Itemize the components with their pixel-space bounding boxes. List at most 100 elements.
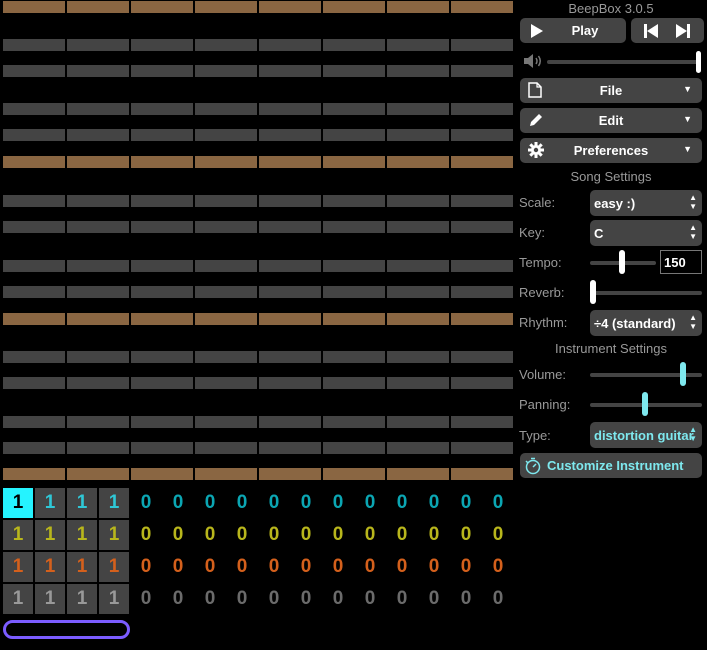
key-select[interactable]: C ▲ ▼: [590, 220, 702, 246]
roll-cell[interactable]: [387, 313, 449, 325]
pattern-cell[interactable]: 0: [483, 488, 513, 518]
roll-cell[interactable]: [323, 103, 385, 115]
roll-cell[interactable]: [259, 39, 321, 51]
preferences-menu[interactable]: Preferences ▼: [520, 138, 702, 163]
pattern-cell[interactable]: 1: [35, 584, 65, 614]
roll-cell[interactable]: [259, 416, 321, 428]
roll-cell[interactable]: [451, 260, 513, 272]
roll-cell[interactable]: [323, 1, 385, 13]
roll-cell[interactable]: [131, 65, 193, 77]
pattern-cell[interactable]: 1: [3, 552, 33, 582]
pattern-cell[interactable]: 0: [387, 520, 417, 550]
roll-cell[interactable]: [451, 313, 513, 325]
pattern-cell[interactable]: 0: [163, 520, 193, 550]
pattern-cell[interactable]: 0: [227, 584, 257, 614]
roll-cell[interactable]: [387, 286, 449, 298]
roll-cell[interactable]: [131, 195, 193, 207]
roll-cell[interactable]: [131, 221, 193, 233]
roll-cell[interactable]: [451, 351, 513, 363]
pattern-cell[interactable]: 0: [291, 520, 321, 550]
roll-cell[interactable]: [387, 103, 449, 115]
roll-cell[interactable]: [259, 129, 321, 141]
roll-cell[interactable]: [387, 221, 449, 233]
roll-cell[interactable]: [323, 313, 385, 325]
roll-cell[interactable]: [131, 103, 193, 115]
roll-cell[interactable]: [195, 260, 257, 272]
roll-cell[interactable]: [323, 377, 385, 389]
pattern-cell[interactable]: 1: [35, 520, 65, 550]
roll-cell[interactable]: [387, 156, 449, 168]
pattern-cell[interactable]: 1: [67, 520, 97, 550]
roll-cell[interactable]: [3, 442, 65, 454]
roll-cell[interactable]: [67, 377, 129, 389]
pattern-cell[interactable]: 1: [99, 584, 129, 614]
roll-cell[interactable]: [67, 221, 129, 233]
pattern-cell[interactable]: 0: [451, 520, 481, 550]
pattern-cell[interactable]: 0: [227, 520, 257, 550]
reverb-slider[interactable]: [590, 291, 702, 295]
roll-cell[interactable]: [323, 468, 385, 480]
roll-cell[interactable]: [195, 313, 257, 325]
roll-cell[interactable]: [131, 442, 193, 454]
roll-cell[interactable]: [259, 377, 321, 389]
pattern-cell[interactable]: 0: [323, 488, 353, 518]
roll-cell[interactable]: [259, 468, 321, 480]
roll-cell[interactable]: [387, 65, 449, 77]
pattern-cell[interactable]: 0: [259, 584, 289, 614]
roll-cell[interactable]: [451, 195, 513, 207]
pattern-cell[interactable]: 0: [163, 584, 193, 614]
roll-cell[interactable]: [3, 260, 65, 272]
customize-instrument-button[interactable]: Customize Instrument: [520, 453, 702, 478]
instrument-type-select[interactable]: distortion guitar ▲ ▼: [590, 422, 702, 448]
pattern-cell[interactable]: 0: [451, 488, 481, 518]
rhythm-select[interactable]: ÷4 (standard) ▲ ▼: [590, 310, 702, 336]
roll-cell[interactable]: [67, 468, 129, 480]
piano-roll[interactable]: [0, 0, 515, 484]
roll-cell[interactable]: [323, 129, 385, 141]
roll-cell[interactable]: [67, 195, 129, 207]
pattern-cell[interactable]: 0: [131, 520, 161, 550]
pattern-cell[interactable]: 0: [291, 488, 321, 518]
roll-cell[interactable]: [3, 103, 65, 115]
pattern-cell[interactable]: 0: [163, 488, 193, 518]
roll-cell[interactable]: [451, 65, 513, 77]
roll-cell[interactable]: [3, 468, 65, 480]
roll-cell[interactable]: [67, 313, 129, 325]
roll-cell[interactable]: [3, 65, 65, 77]
pattern-cell[interactable]: 0: [131, 488, 161, 518]
pattern-cell[interactable]: 0: [419, 488, 449, 518]
scale-select[interactable]: easy :) ▲ ▼: [590, 190, 702, 216]
pattern-cell[interactable]: 0: [387, 552, 417, 582]
pattern-cell[interactable]: 0: [483, 584, 513, 614]
roll-cell[interactable]: [131, 1, 193, 13]
pattern-cell[interactable]: 0: [259, 520, 289, 550]
roll-cell[interactable]: [195, 39, 257, 51]
roll-cell[interactable]: [451, 286, 513, 298]
roll-cell[interactable]: [451, 221, 513, 233]
roll-cell[interactable]: [3, 129, 65, 141]
roll-cell[interactable]: [323, 65, 385, 77]
edit-menu[interactable]: Edit ▼: [520, 108, 702, 133]
roll-cell[interactable]: [67, 1, 129, 13]
pattern-cell[interactable]: 1: [67, 552, 97, 582]
roll-cell[interactable]: [451, 129, 513, 141]
roll-cell[interactable]: [323, 416, 385, 428]
pattern-cell[interactable]: 1: [67, 488, 97, 518]
roll-cell[interactable]: [67, 351, 129, 363]
roll-cell[interactable]: [131, 286, 193, 298]
roll-cell[interactable]: [131, 377, 193, 389]
file-menu[interactable]: File ▼: [520, 78, 702, 103]
roll-cell[interactable]: [259, 156, 321, 168]
roll-cell[interactable]: [323, 286, 385, 298]
roll-cell[interactable]: [323, 260, 385, 272]
roll-cell[interactable]: [67, 442, 129, 454]
pattern-cell[interactable]: 0: [163, 552, 193, 582]
pattern-cell[interactable]: 0: [355, 552, 385, 582]
pattern-cell[interactable]: 0: [227, 488, 257, 518]
roll-cell[interactable]: [195, 65, 257, 77]
roll-cell[interactable]: [131, 129, 193, 141]
next-bar-button[interactable]: [661, 18, 704, 43]
pattern-cell[interactable]: 0: [451, 552, 481, 582]
roll-cell[interactable]: [387, 195, 449, 207]
roll-cell[interactable]: [3, 39, 65, 51]
